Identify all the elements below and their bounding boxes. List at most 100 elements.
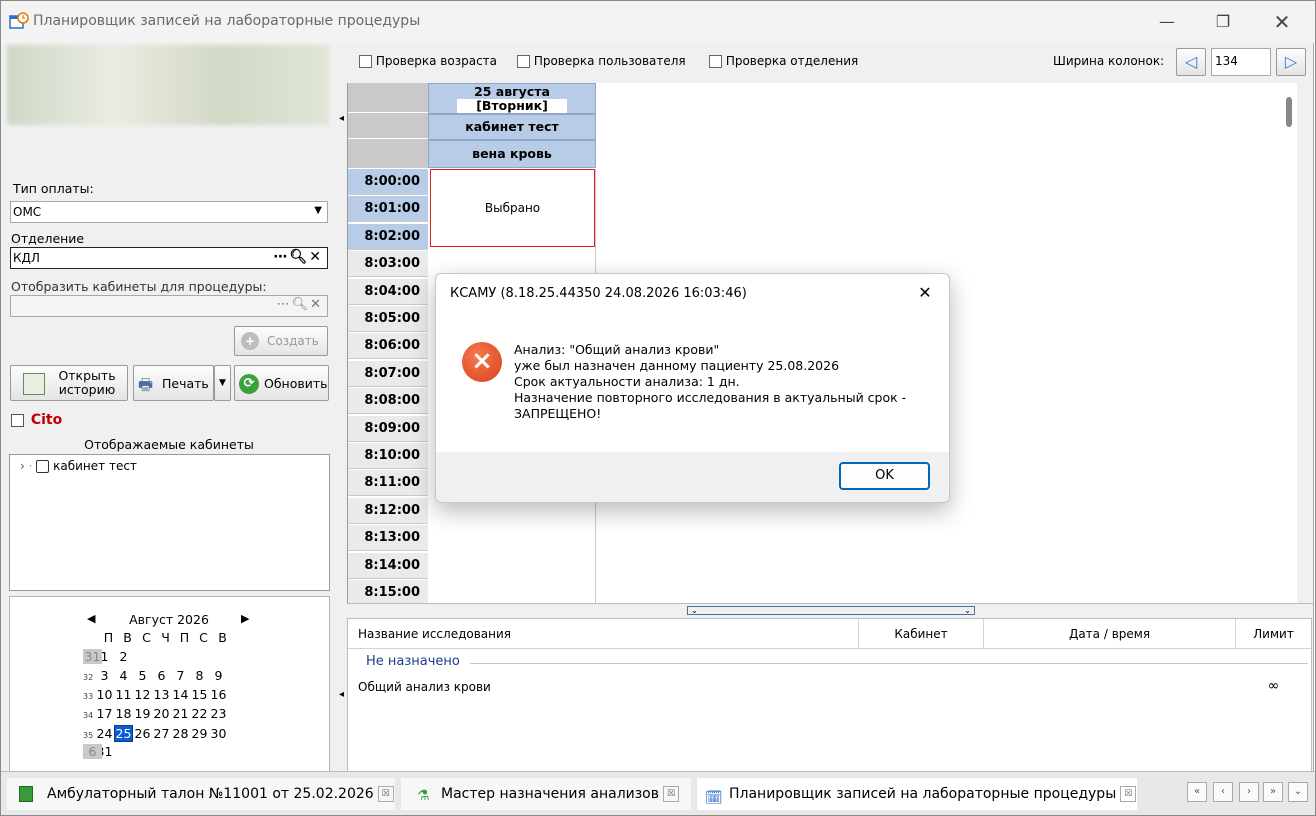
calendar-day[interactable]: 9 <box>209 668 228 683</box>
calendar-day[interactable]: 2 <box>114 649 133 664</box>
time-slot-label[interactable]: 8:01:00 <box>348 196 428 223</box>
open-history-button[interactable]: Открыть историю <box>10 365 128 401</box>
cito-checkbox-box[interactable] <box>11 413 24 427</box>
collapse-left-icon[interactable]: ◂ <box>339 689 344 700</box>
time-slot-label[interactable]: 8:00:00 <box>348 169 428 195</box>
cito-checkbox[interactable]: Cito <box>11 412 62 428</box>
calendar-day[interactable]: 16 <box>209 687 228 702</box>
prev-tab-icon[interactable]: ‹ <box>1213 782 1233 802</box>
dialog-close-button[interactable]: ✕ <box>911 280 939 306</box>
calendar-day[interactable]: 20 <box>152 706 171 721</box>
calendar-day[interactable]: 15 <box>190 687 209 702</box>
check-age-box[interactable] <box>359 55 372 68</box>
search-icon[interactable]: 🔍︎ <box>292 297 311 312</box>
tab-planner[interactable]: 🗓︎ Планировщик записей на лабораторные п… <box>697 778 1137 810</box>
calendar-day[interactable]: 29 <box>190 726 209 741</box>
time-slot-label[interactable]: 8:02:00 <box>348 223 428 250</box>
calendar-day[interactable]: 3 <box>95 668 114 683</box>
increase-width-button[interactable]: ▷ <box>1276 48 1306 76</box>
minimize-button[interactable]: — <box>1152 9 1182 35</box>
next-month-icon[interactable]: ▶ <box>241 612 249 625</box>
calendar-day[interactable]: 13 <box>152 687 171 702</box>
calendar-day[interactable]: 17 <box>95 706 114 721</box>
calendar-day[interactable]: 5 <box>133 668 152 683</box>
next-tab-icon[interactable]: › <box>1239 782 1259 802</box>
print-dropdown-button[interactable]: ▼ <box>214 365 231 401</box>
calendar-day[interactable]: 18 <box>114 706 133 721</box>
scrollbar-thumb[interactable] <box>1286 97 1292 127</box>
calendar-day[interactable]: 30 <box>209 726 228 741</box>
last-tab-icon[interactable]: » <box>1263 782 1283 802</box>
check-dept-box[interactable] <box>709 55 722 68</box>
time-slot-label[interactable]: 8:05:00 <box>348 306 428 332</box>
clear-icon[interactable]: ✕ <box>310 297 323 312</box>
more-icon[interactable]: ⋯ <box>273 249 289 265</box>
calendar-day[interactable]: 23 <box>209 706 228 721</box>
splitter[interactable]: ⌄ ⌄ <box>347 603 1313 618</box>
calendar-day[interactable]: 8 <box>190 668 209 683</box>
time-slot-label[interactable]: 8:11:00 <box>348 470 428 497</box>
clear-icon[interactable]: ✕ <box>309 249 323 265</box>
payment-type-select[interactable]: ОМС ▼ <box>10 201 328 223</box>
search-icon[interactable]: 🔍︎ <box>289 249 309 265</box>
close-window-button[interactable]: ✕ <box>1267 9 1297 35</box>
time-slot-label[interactable]: 8:13:00 <box>348 525 428 552</box>
calendar-day[interactable]: 4 <box>114 668 133 683</box>
column-header[interactable]: Лимит <box>1236 619 1311 649</box>
calendar-day[interactable]: 10 <box>95 687 114 702</box>
close-tab-icon[interactable]: ☒ <box>1120 786 1137 802</box>
calendar-day[interactable]: 19 <box>133 706 152 721</box>
calendar-day[interactable]: 7 <box>171 668 190 683</box>
check-dept-checkbox[interactable]: Проверка отделения <box>709 54 858 68</box>
time-slot-label[interactable]: 8:07:00 <box>348 360 428 387</box>
ok-button[interactable]: OK <box>839 462 930 490</box>
column-header[interactable]: Кабинет <box>858 619 984 649</box>
first-tab-icon[interactable]: « <box>1187 782 1207 802</box>
create-button[interactable]: + Создать <box>234 326 328 356</box>
column-header[interactable]: Название исследования <box>358 627 511 641</box>
calendar-day[interactable]: 11 <box>114 687 133 702</box>
calendar-day[interactable]: 24 <box>95 726 114 741</box>
calendar-day[interactable]: 27 <box>152 726 171 741</box>
time-slot-label[interactable]: 8:06:00 <box>348 333 428 360</box>
tree-item-cabinet[interactable]: › · кабинет тест <box>20 459 137 473</box>
refresh-button[interactable]: ⟳ Обновить <box>234 365 329 401</box>
more-icon[interactable]: ⋯ <box>277 297 292 312</box>
decrease-width-button[interactable]: ◁ <box>1176 48 1206 76</box>
column-width-input[interactable]: 134 <box>1211 48 1271 76</box>
check-user-box[interactable] <box>517 55 530 68</box>
selected-slot[interactable]: Выбрано <box>430 169 595 247</box>
tab-list-icon[interactable]: ⌄ <box>1288 782 1308 802</box>
tab-analysis-wizard[interactable]: ⚗ Мастер назначения анализов ☒ <box>401 778 691 810</box>
maximize-button[interactable]: ❐ <box>1208 9 1238 35</box>
print-button[interactable]: 🖶 Печать <box>133 365 214 401</box>
calendar-day[interactable]: 31 <box>83 649 102 665</box>
close-tab-icon[interactable]: ☒ <box>663 786 679 802</box>
splitter-handle[interactable]: ⌄ ⌄ <box>687 606 975 615</box>
table-row[interactable]: Общий анализ крови ∞ <box>348 677 1311 699</box>
time-slot-label[interactable]: 8:03:00 <box>348 251 428 278</box>
calendar-day-selected[interactable]: 25 <box>114 725 133 742</box>
prev-month-icon[interactable]: ◀ <box>87 612 95 625</box>
close-tab-icon[interactable]: ☒ <box>377 786 394 802</box>
tab-ambulatory[interactable]: Амбулаторный талон №11001 от 25.02.2026 ☒ <box>7 778 395 810</box>
calendar-day[interactable]: 26 <box>133 726 152 741</box>
calendar-day[interactable]: 21 <box>171 706 190 721</box>
time-slot-label[interactable]: 8:14:00 <box>348 552 428 579</box>
tree-item-checkbox[interactable] <box>36 460 50 473</box>
department-field[interactable]: КДЛ ⋯🔍︎✕ <box>10 247 328 269</box>
time-slot-label[interactable]: 8:10:00 <box>348 443 428 469</box>
check-user-checkbox[interactable]: Проверка пользователя <box>517 54 686 68</box>
expand-icon[interactable]: › <box>20 459 25 473</box>
show-cabinets-field[interactable]: ⋯🔍︎✕ <box>10 295 328 317</box>
calendar-day[interactable]: 12 <box>133 687 152 702</box>
time-slot-label[interactable]: 8:08:00 <box>348 388 428 415</box>
calendar-day[interactable]: 28 <box>171 726 190 741</box>
check-age-checkbox[interactable]: Проверка возраста <box>359 54 497 68</box>
time-slot-label[interactable]: 8:12:00 <box>348 497 428 524</box>
calendar-day[interactable]: 14 <box>171 687 190 702</box>
calendar-day[interactable]: 6 <box>83 744 102 760</box>
column-header[interactable]: Дата / время <box>984 619 1236 649</box>
calendar-day[interactable]: 6 <box>152 668 171 683</box>
collapse-left-icon[interactable]: ◂ <box>339 113 344 124</box>
